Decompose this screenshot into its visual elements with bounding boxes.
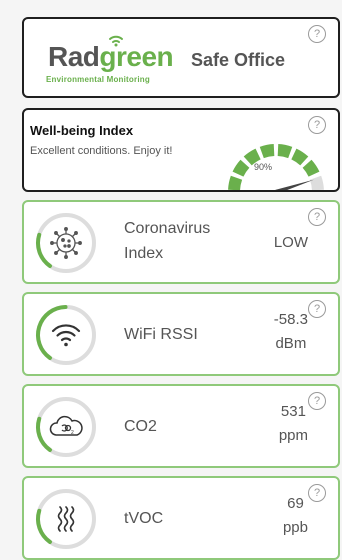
sensor-label-line1: Coronavirus bbox=[124, 220, 211, 237]
sensor-value-line1: -58.3 bbox=[273, 311, 308, 328]
sensor-value-line2: ppm bbox=[278, 427, 308, 444]
gauge-segment bbox=[302, 159, 320, 177]
help-button[interactable]: ? bbox=[308, 392, 326, 410]
brand-tagline: Environmental Monitoring bbox=[46, 75, 150, 84]
sensor-card-wifi[interactable]: WiFi RSSI -58.3 dBm ? bbox=[22, 292, 340, 376]
help-button[interactable]: ? bbox=[308, 116, 326, 134]
sensor-value-line2: dBm bbox=[275, 335, 307, 352]
wellbeing-gauge bbox=[228, 144, 324, 190]
sensor-card-coronavirus[interactable]: Coronavirus Index LOW ? bbox=[22, 200, 340, 284]
sensor-label: Coronavirus Index bbox=[124, 216, 210, 266]
gauge-segment bbox=[309, 175, 324, 190]
gauge-segment bbox=[232, 159, 250, 177]
wellbeing-card[interactable]: Well-being Index Excellent conditions. E… bbox=[22, 108, 340, 192]
sensor-card-tvoc[interactable]: tVOC 69 ppb ? bbox=[22, 476, 340, 560]
sensor-value: 531 ppm bbox=[279, 400, 308, 448]
gauge-segment bbox=[291, 148, 309, 166]
sensor-label-line1: tVOC bbox=[124, 510, 164, 527]
sensor-ring bbox=[36, 305, 96, 365]
svg-text:2: 2 bbox=[71, 430, 74, 436]
sensor-value-line1: 531 bbox=[280, 403, 306, 420]
sensor-ring bbox=[36, 213, 96, 273]
help-button[interactable]: ? bbox=[308, 208, 326, 226]
wellbeing-percent: 90% bbox=[254, 162, 273, 172]
help-button[interactable]: ? bbox=[308, 484, 326, 502]
signal-icon bbox=[109, 35, 123, 47]
virus-icon bbox=[50, 227, 82, 259]
gauge-segment bbox=[277, 144, 293, 159]
sensor-card-co2[interactable]: 2 CO2 531 ppm ? bbox=[22, 384, 340, 468]
sensor-label-line1: WiFi RSSI bbox=[124, 326, 198, 343]
sensor-label: CO2 bbox=[124, 414, 157, 439]
cloud-co2-icon: 2 bbox=[49, 415, 83, 436]
sensor-ring bbox=[36, 489, 96, 549]
sensor-value: -58.3 dBm bbox=[274, 308, 308, 356]
brand-logo-part1: Rad bbox=[48, 41, 100, 72]
sensor-value: LOW bbox=[274, 231, 308, 255]
sensor-label: WiFi RSSI bbox=[124, 322, 198, 347]
sensor-ring: 2 bbox=[36, 397, 96, 457]
sensor-value-line2: ppb bbox=[282, 519, 308, 536]
sensor-label-line1: CO2 bbox=[124, 418, 157, 435]
gauge-needle bbox=[275, 179, 315, 190]
sensor-value-line1: 69 bbox=[287, 495, 304, 512]
help-button[interactable]: ? bbox=[308, 25, 326, 43]
wifi-icon bbox=[51, 324, 81, 347]
sensor-label: tVOC bbox=[124, 506, 163, 531]
sensor-label-line2: Index bbox=[124, 245, 164, 262]
sensor-value-line1: LOW bbox=[273, 234, 308, 251]
gauge-segment bbox=[228, 175, 243, 190]
app-title: Safe Office bbox=[191, 50, 286, 70]
sensor-value: 69 ppb bbox=[283, 492, 308, 540]
gauge-segment bbox=[259, 144, 275, 159]
brand-card: Radgreen Environmental Monitoring Safe O… bbox=[22, 17, 340, 98]
help-button[interactable]: ? bbox=[308, 300, 326, 318]
heat-waves-icon bbox=[57, 506, 75, 532]
